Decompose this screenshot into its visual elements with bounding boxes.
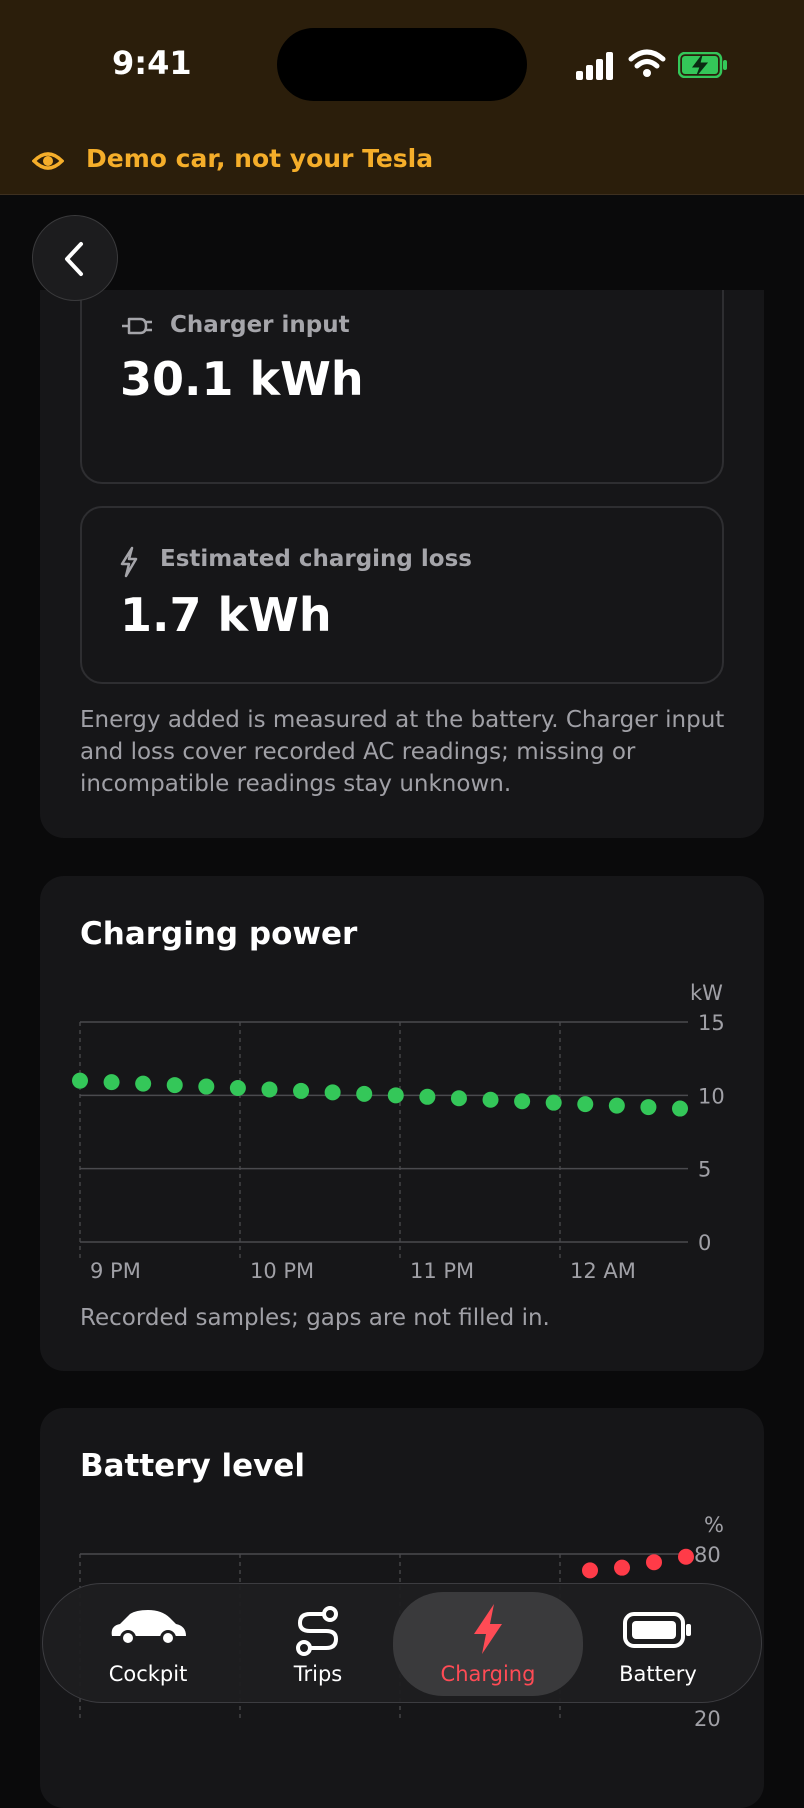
battery-charging-icon	[678, 52, 727, 78]
data-point	[608, 1097, 625, 1114]
status-time: 9:41	[112, 44, 192, 82]
tab-label: Trips	[293, 1662, 343, 1686]
y-tick-label: 20	[694, 1707, 721, 1731]
y-tick-label: 80	[694, 1543, 721, 1567]
demo-banner: Demo car, not your Tesla	[0, 128, 804, 195]
data-point	[198, 1078, 215, 1095]
data-point	[419, 1088, 436, 1105]
x-tick-label: 11 PM	[410, 1259, 474, 1283]
y-tick-label: 10	[698, 1084, 725, 1108]
data-point	[646, 1554, 662, 1571]
charger-input-label: Charger input	[170, 312, 350, 338]
charging-power-card: Charging power 0 5 10 15 kW 9 PM 10 PM 11 PM 12 …	[40, 876, 764, 1371]
bolt-icon	[120, 546, 138, 578]
data-point	[545, 1094, 562, 1111]
charger-input-box: Charger input 30.1 kWh	[80, 290, 724, 484]
battery-icon	[623, 1612, 691, 1648]
data-point	[582, 1562, 598, 1579]
signal-icon	[576, 52, 616, 80]
data-point	[450, 1090, 467, 1107]
tab-trips[interactable]: Trips	[233, 1584, 403, 1704]
data-point	[514, 1093, 531, 1110]
route-icon	[296, 1606, 339, 1656]
charging-power-note: Recorded samples; gaps are not filled in…	[80, 1305, 550, 1331]
data-point	[614, 1559, 630, 1576]
tab-battery[interactable]: Battery	[573, 1584, 743, 1704]
plug-icon	[122, 317, 152, 335]
data-point	[166, 1077, 183, 1094]
back-button[interactable]	[32, 215, 118, 301]
charger-input-value: 30.1 kWh	[120, 352, 364, 406]
y-unit-label: %	[704, 1513, 724, 1537]
status-bar: 9:41	[0, 0, 804, 128]
data-point	[324, 1084, 341, 1101]
charging-power-chart: 0 5 10 15 kW 9 PM 10 PM 11 PM 12 AM	[72, 981, 725, 1283]
data-point	[103, 1074, 120, 1091]
charging-loss-box: Estimated charging loss 1.7 kWh	[80, 506, 724, 684]
data-point	[482, 1091, 499, 1108]
tab-bar: Cockpit Trips Charging Battery	[42, 1583, 762, 1703]
energy-note: Energy added is measured at the battery.…	[80, 707, 725, 797]
energy-summary-card: Charger input 30.1 kWh Estimated chargin…	[40, 290, 764, 838]
data-point	[387, 1087, 404, 1104]
data-point	[640, 1099, 657, 1116]
data-point	[672, 1100, 688, 1117]
bolt-icon	[474, 1604, 502, 1654]
tab-cockpit[interactable]: Cockpit	[63, 1584, 233, 1704]
tab-label: Charging	[440, 1662, 536, 1686]
dynamic-island	[277, 28, 527, 101]
data-point	[577, 1096, 594, 1113]
y-tick-label: 15	[698, 1011, 725, 1035]
x-tick-label: 10 PM	[250, 1259, 314, 1283]
tab-label: Cockpit	[108, 1662, 188, 1686]
charging-loss-label: Estimated charging loss	[160, 546, 472, 572]
y-tick-label: 5	[698, 1158, 711, 1182]
car-icon	[111, 1610, 186, 1646]
y-unit-label: kW	[690, 981, 723, 1005]
data-point	[678, 1548, 694, 1565]
data-point	[293, 1082, 310, 1099]
tab-label: Battery	[619, 1662, 697, 1686]
charging-loss-value: 1.7 kWh	[120, 588, 332, 642]
demo-banner-text: Demo car, not your Tesla	[86, 144, 434, 173]
chevron-left-icon	[65, 242, 83, 276]
eye-icon	[32, 152, 64, 170]
data-point	[72, 1072, 88, 1089]
wifi-icon	[628, 49, 666, 77]
tab-charging[interactable]: Charging	[393, 1592, 583, 1696]
data-point	[229, 1080, 246, 1096]
x-tick-label: 12 AM	[570, 1259, 636, 1283]
data-point	[356, 1085, 373, 1102]
x-tick-label: 9 PM	[90, 1259, 141, 1283]
y-tick-label: 0	[698, 1231, 711, 1255]
data-point	[261, 1081, 278, 1098]
data-point	[135, 1075, 152, 1092]
